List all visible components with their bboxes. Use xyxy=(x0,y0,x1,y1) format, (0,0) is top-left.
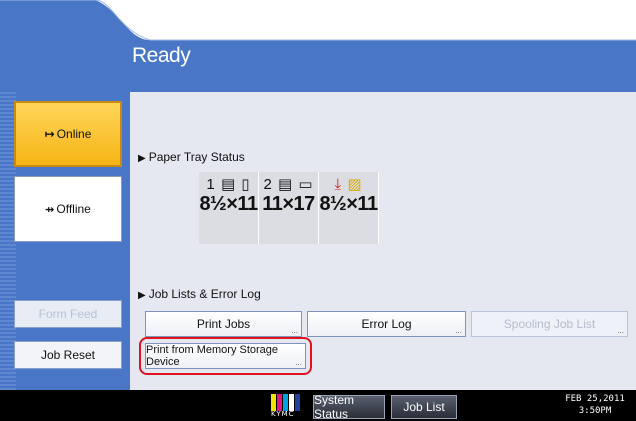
job-list-button[interactable]: Job List xyxy=(391,395,457,419)
offline-button[interactable]: ⇸ Offline xyxy=(14,176,122,242)
status-title: Ready xyxy=(132,44,191,67)
date-time-display: FEB 25,2011 3:50PM xyxy=(560,393,630,417)
time-text: 3:50PM xyxy=(578,406,612,416)
print-jobs-button[interactable]: Print Jobs ... xyxy=(145,311,302,337)
job-reset-label: Job Reset xyxy=(40,348,96,362)
error-log-label: Error Log xyxy=(361,317,412,331)
header-curve xyxy=(0,0,636,41)
online-arrow-icon: ↦ xyxy=(44,127,55,141)
tray-1: 1 ▤ ▯ 8½×11 xyxy=(199,172,259,244)
spooling-job-list-label: Spooling Job List xyxy=(503,317,596,331)
online-button[interactable]: ↦ Online xyxy=(14,101,122,167)
error-log-button[interactable]: Error Log ... xyxy=(307,311,466,337)
spooling-job-list-button[interactable]: Spooling Job List ... xyxy=(471,311,628,337)
bypass-tray-icon: ⤓ xyxy=(334,176,343,193)
triangle-icon: ▶ xyxy=(138,153,146,164)
paper-stack-icon: ▤ xyxy=(277,176,294,193)
paper-stack-icon: ▤ xyxy=(220,176,237,193)
paper-landscape-icon: ▭ xyxy=(298,176,314,193)
form-feed-label: Form Feed xyxy=(38,307,98,321)
paper-portrait-icon: ▯ xyxy=(241,176,251,193)
online-label: Online xyxy=(56,127,92,141)
job-lists-section-label: ▶ Job Lists & Error Log xyxy=(138,287,261,301)
toner-label: KYMC xyxy=(271,410,295,418)
highlight-annotation xyxy=(139,337,312,375)
paper-tray-section-label: ▶ Paper Tray Status xyxy=(138,150,245,164)
more-dots-icon: ... xyxy=(291,326,298,335)
form-feed-button[interactable]: Form Feed xyxy=(14,300,122,328)
tray-number: 2 xyxy=(263,176,273,193)
tray-bypass: ⤓ ▨ 8½×11 xyxy=(319,172,379,244)
more-dots-icon: ... xyxy=(617,326,624,335)
date-text: FEB 25,2011 xyxy=(565,394,625,404)
system-status-button[interactable]: System Status xyxy=(313,393,385,421)
print-jobs-label: Print Jobs xyxy=(196,317,251,331)
more-dots-icon: ... xyxy=(455,326,462,335)
system-status-label: System Status xyxy=(314,393,355,421)
tray-number: 1 xyxy=(206,176,216,193)
offline-arrow-icon: ⇸ xyxy=(45,203,55,216)
job-list-label: Job List xyxy=(403,400,445,414)
tray-2: 2 ▤ ▭ 11×17 xyxy=(259,172,319,244)
tray-size: 11×17 xyxy=(262,193,315,215)
job-reset-button[interactable]: Job Reset xyxy=(14,341,122,369)
tray-size: 8½×11 xyxy=(319,193,378,215)
toner-level-icon: KYMC xyxy=(271,394,309,418)
triangle-icon: ▶ xyxy=(138,290,146,301)
paper-load-icon: ▨ xyxy=(347,176,363,193)
tray-size: 8½×11 xyxy=(199,193,258,215)
header-band xyxy=(0,0,636,100)
offline-label: Offline xyxy=(56,202,91,216)
